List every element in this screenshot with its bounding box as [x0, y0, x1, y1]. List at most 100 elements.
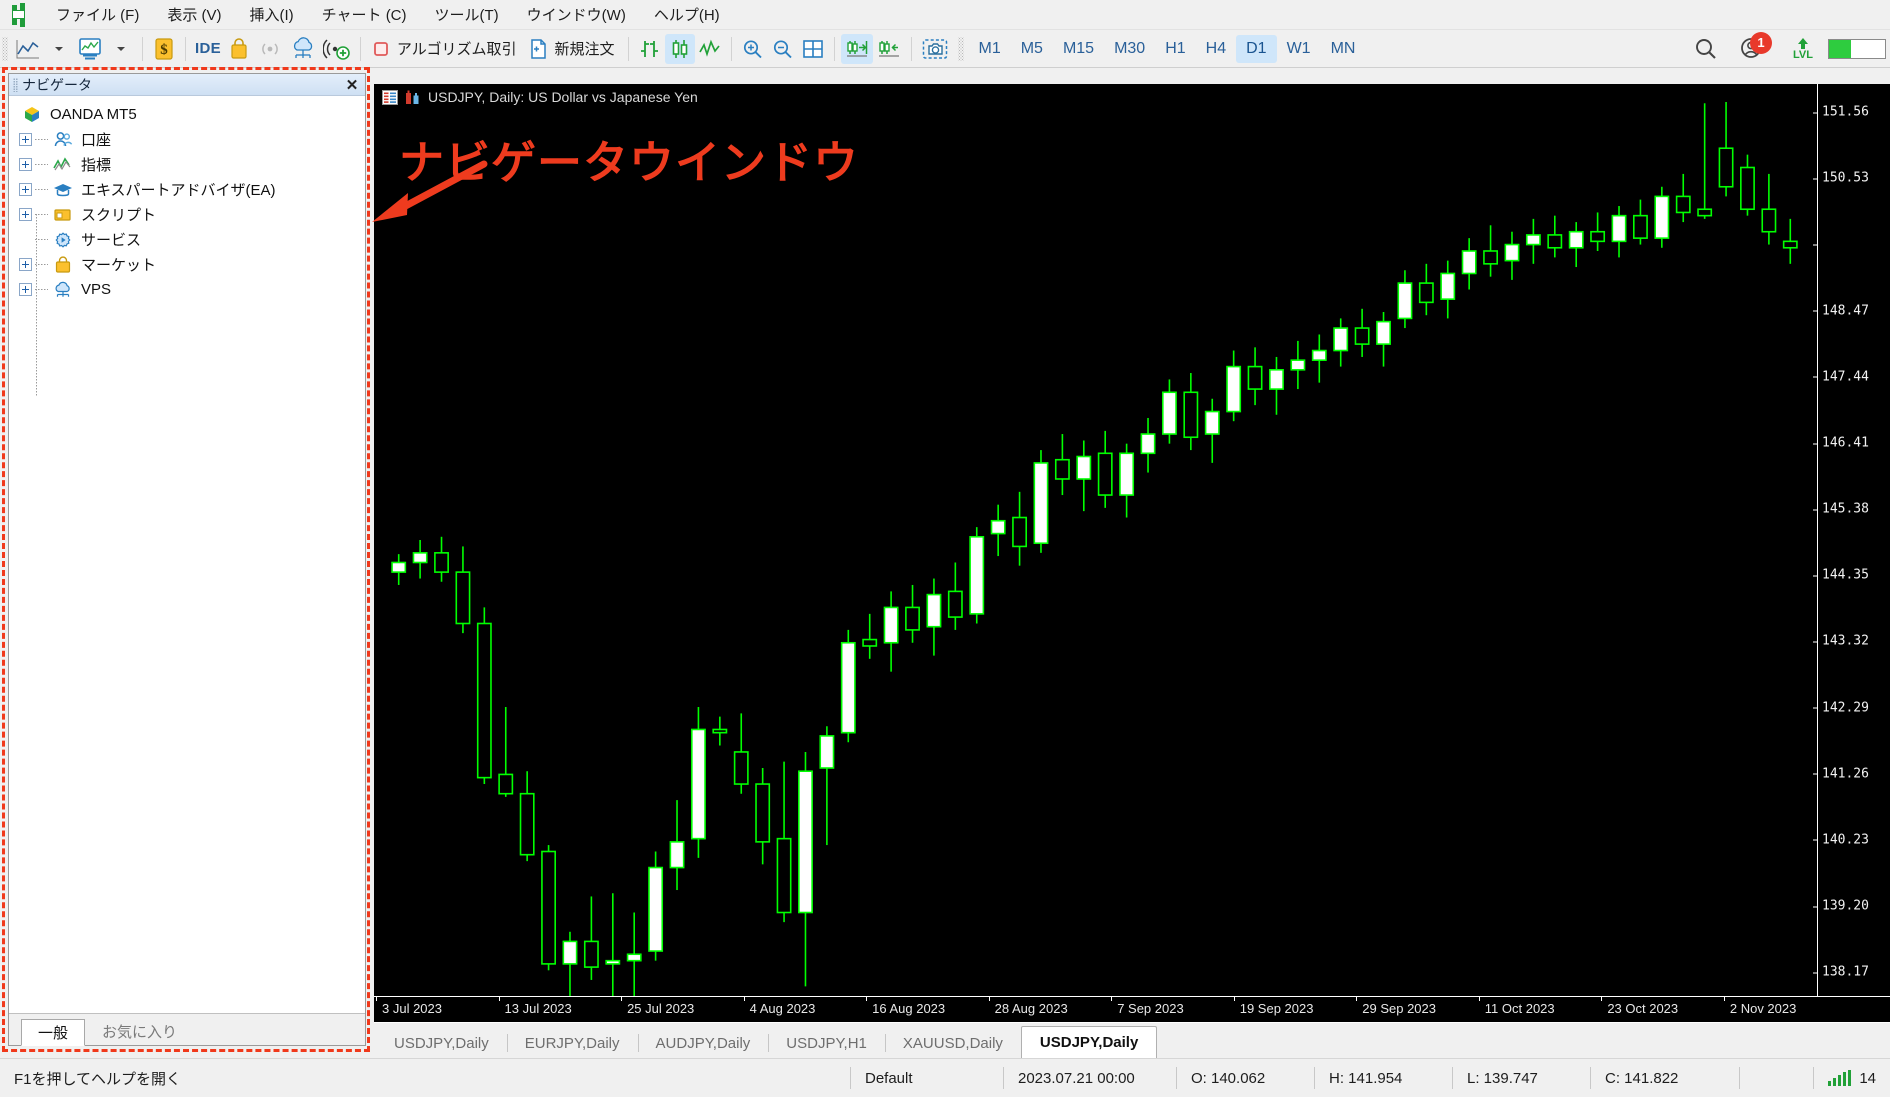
line-mode-icon[interactable]: [695, 34, 725, 64]
price-tick: 141.26: [1813, 766, 1869, 781]
candlestick: [1119, 443, 1135, 518]
status-connection[interactable]: 14: [1814, 1066, 1890, 1090]
menu-file[interactable]: ファイル (F): [42, 0, 153, 29]
navigator-tab-general[interactable]: 一般: [21, 1019, 86, 1046]
chart-tab-xauusd-daily[interactable]: XAUUSD,Daily: [884, 1028, 1021, 1058]
navigator-panel: ナビゲータ ✕ OANDA MT5 口座 指標 エキスパートアドバイザ(EA) …: [8, 73, 366, 1046]
expand-icon-scripts[interactable]: [19, 208, 32, 221]
timeframe-toolbar-grip[interactable]: [958, 36, 965, 61]
menu-tools[interactable]: ツール(T): [421, 0, 513, 29]
vps-cloud-icon[interactable]: [286, 34, 320, 64]
navigator-root-oanda[interactable]: OANDA MT5: [9, 102, 365, 127]
template-button[interactable]: [74, 34, 106, 64]
candlestick: [1033, 450, 1049, 553]
signals-icon[interactable]: [254, 34, 286, 64]
zoom-in-icon[interactable]: [738, 34, 768, 64]
navigator-item-services[interactable]: サービス: [9, 227, 365, 252]
menu-help[interactable]: ヘルプ(H): [640, 0, 734, 29]
navigator-item-scripts[interactable]: スクリプト: [9, 202, 365, 227]
price-tick: 143.32: [1813, 634, 1869, 649]
navigator-tab-favorites[interactable]: お気に入り: [85, 1018, 194, 1045]
bar-chart-icon[interactable]: [635, 34, 665, 64]
navigator-drag-grip[interactable]: [13, 77, 18, 92]
candlestick: [1654, 186, 1670, 248]
toolbar-divider-5: [731, 36, 733, 61]
menu-insert[interactable]: 挿入(I): [236, 0, 308, 29]
menu-bar: ファイル (F) 表示 (V) 挿入(I) チャート (C) ツール(T) ウイ…: [0, 0, 1890, 30]
scripts-icon: [52, 205, 74, 225]
close-icon[interactable]: ✕: [343, 76, 361, 94]
chart-tab-usdjpy-daily-1[interactable]: USDJPY,Daily: [376, 1028, 507, 1058]
auto-scroll-icon[interactable]: [841, 33, 874, 64]
navigator-item-indicators[interactable]: 指標: [9, 152, 365, 177]
mt5-logo-icon: [6, 2, 36, 28]
toolbar-grip[interactable]: [2, 36, 8, 61]
candlestick: [1311, 334, 1327, 383]
market-shop-icon[interactable]: [224, 34, 254, 64]
menu-chart[interactable]: チャート (C): [308, 0, 421, 29]
navigator-titlebar[interactable]: ナビゲータ ✕: [9, 74, 365, 96]
menu-view[interactable]: 表示 (V): [153, 0, 235, 29]
copy-signals-icon[interactable]: [320, 34, 354, 64]
candlestick: [1483, 225, 1499, 277]
time-tick: 3 Jul 2023: [376, 996, 442, 1016]
algo-trading-button[interactable]: アルゴリズム取引: [367, 34, 525, 64]
chart-shift-icon[interactable]: [873, 34, 905, 64]
screenshot-camera-icon[interactable]: [918, 34, 952, 64]
account-notification-button[interactable]: 1: [1732, 31, 1772, 64]
market-watch-button[interactable]: $: [149, 34, 179, 64]
chart-tab-audjpy-daily[interactable]: AUDJPY,Daily: [637, 1028, 769, 1058]
navigator-item-vps[interactable]: VPS: [9, 277, 365, 302]
chart-tab-usdjpy-daily-active[interactable]: USDJPY,Daily: [1020, 1026, 1158, 1058]
timeframe-m5[interactable]: M5: [1011, 35, 1053, 63]
main-toolbar: $ IDE アルゴリズム取引 新規注文 M1 M5 M15 M30 H1 H4 …: [0, 30, 1890, 68]
navigator-label-vps: VPS: [81, 281, 112, 298]
chart-window[interactable]: USDJPY, Daily: US Dollar vs Japanese Yen…: [374, 84, 1890, 1022]
navigator-item-market[interactable]: マーケット: [9, 252, 365, 277]
navigator-item-accounts[interactable]: 口座: [9, 127, 365, 152]
chart-tab-eurjpy-daily[interactable]: EURJPY,Daily: [506, 1028, 638, 1058]
search-icon[interactable]: [1690, 34, 1722, 64]
template-dropdown[interactable]: [106, 34, 136, 64]
timeframe-w1[interactable]: W1: [1277, 35, 1321, 63]
timeframe-m30[interactable]: M30: [1104, 35, 1155, 63]
line-chart-button[interactable]: [12, 34, 44, 64]
time-tick: 25 Jul 2023: [621, 996, 694, 1016]
candlestick: [1247, 347, 1263, 406]
expand-icon-indicators[interactable]: [19, 158, 32, 171]
time-tick: 13 Jul 2023: [498, 996, 572, 1016]
chart-plot-area[interactable]: [374, 84, 1817, 996]
candlestick: [733, 713, 749, 794]
candlestick-chart-icon[interactable]: [665, 33, 696, 64]
timeframe-d1[interactable]: D1: [1236, 34, 1277, 63]
timeframe-m1[interactable]: M1: [968, 35, 1010, 63]
zoom-out-icon[interactable]: [768, 34, 798, 64]
timeframe-m15[interactable]: M15: [1053, 35, 1104, 63]
timeframe-mn[interactable]: MN: [1321, 35, 1366, 63]
new-order-label: 新規注文: [554, 41, 615, 58]
level-lvl-icon[interactable]: LVL: [1788, 34, 1818, 64]
candlestick: [1675, 173, 1691, 223]
expand-icon-accounts[interactable]: [19, 133, 32, 146]
symbol-chart-icon: [405, 90, 421, 105]
menu-window[interactable]: ウインドウ(W): [513, 0, 640, 29]
time-axis[interactable]: 3 Jul 2023 13 Jul 2023 25 Jul 2023 4 Aug 20…: [374, 996, 1890, 1022]
candlestick: [1397, 270, 1413, 329]
line-chart-dropdown[interactable]: [44, 34, 74, 64]
timeframe-h4[interactable]: H4: [1196, 35, 1236, 63]
expand-icon-vps[interactable]: [19, 283, 32, 296]
candlestick: [498, 706, 514, 797]
expand-icon-ea[interactable]: [19, 183, 32, 196]
tile-windows-icon[interactable]: [798, 34, 828, 64]
timeframe-h1[interactable]: H1: [1155, 35, 1195, 63]
mt5-application: ファイル (F) 表示 (V) 挿入(I) チャート (C) ツール(T) ウイ…: [0, 0, 1890, 1097]
status-datetime: 2023.07.21 00:00: [1018, 1069, 1135, 1087]
candlestick: [519, 771, 535, 862]
status-profile[interactable]: Default: [851, 1066, 1003, 1090]
metaeditor-ide-button[interactable]: IDE: [192, 34, 224, 64]
expand-icon-market[interactable]: [19, 258, 32, 271]
navigator-item-expert-advisors[interactable]: エキスパートアドバイザ(EA): [9, 177, 365, 202]
price-axis[interactable]: 151.56 150.53 148.47 147.44 146.41 145.38 144.…: [1813, 84, 1890, 996]
chart-tab-usdjpy-h1[interactable]: USDJPY,H1: [768, 1028, 885, 1058]
new-order-button[interactable]: 新規注文: [524, 34, 622, 64]
